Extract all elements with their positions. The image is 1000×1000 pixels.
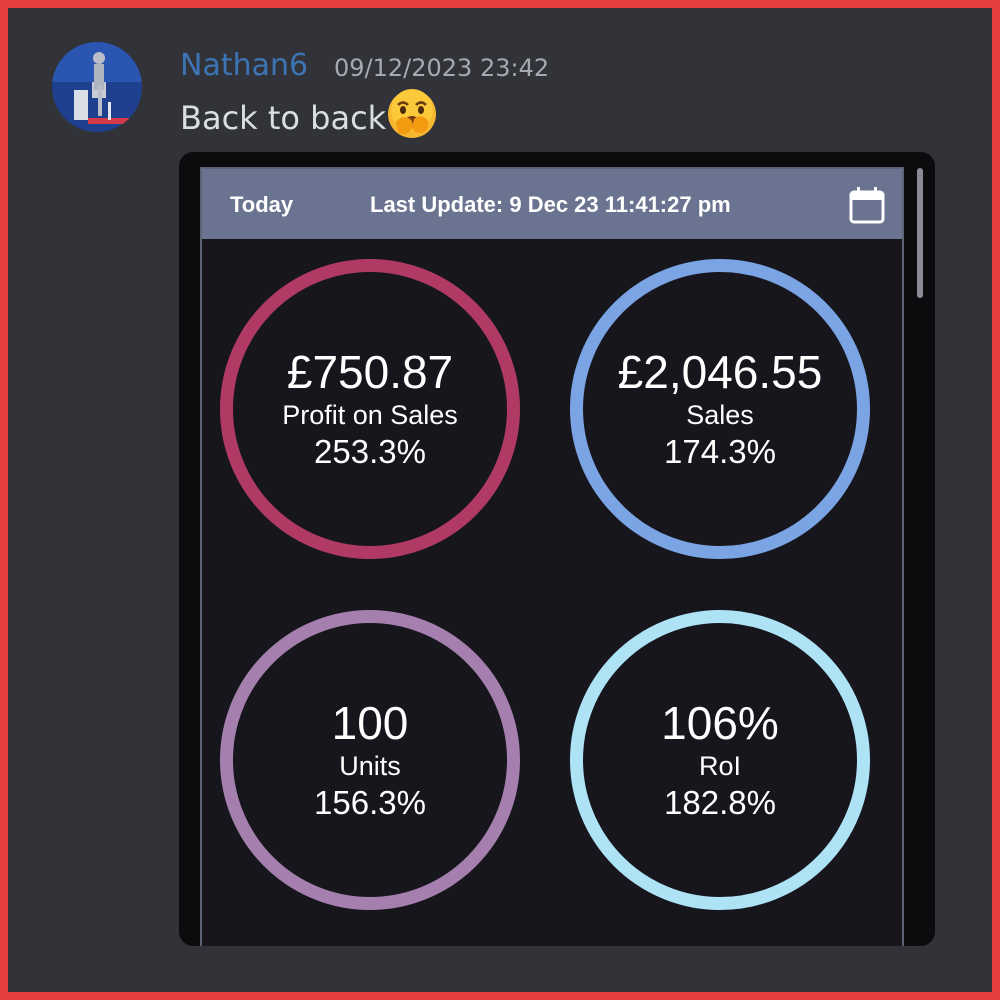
username[interactable]: Nathan6	[180, 48, 308, 83]
scrollbar[interactable]	[917, 168, 923, 298]
metric-label: Profit on Sales	[282, 400, 458, 430]
metric-value: 100	[331, 697, 409, 749]
dashboard-screenshot: Today Last Update: 9 Dec 23 11:41:27 pm …	[200, 167, 904, 946]
avatar[interactable]	[52, 42, 142, 132]
metric-change: 156.3%	[314, 784, 426, 821]
last-update-text: Last Update: 9 Dec 23 11:41:27 pm	[370, 192, 731, 217]
metric-change: 174.3%	[664, 433, 776, 470]
metric-label: Sales	[686, 400, 754, 430]
metric-label: RoI	[698, 751, 742, 781]
roi-metric-ring: 106% RoI 182.8%	[570, 610, 870, 910]
sales-metric-ring: £2,046.55 Sales 174.3%	[570, 259, 870, 559]
face-with-hand-over-mouth-emoji	[386, 88, 438, 140]
message-text: Back to back	[180, 99, 387, 137]
metric-label: Units	[339, 751, 401, 781]
metric-change: 253.3%	[314, 433, 426, 470]
metric-value: £2,046.55	[617, 346, 823, 398]
chat-area: Nathan6 09/12/2023 23:42 Back to back To…	[8, 8, 992, 992]
timestamp: 09/12/2023 23:42	[334, 54, 550, 82]
metric-value: 106%	[661, 697, 779, 749]
message-content: Back to back	[180, 89, 438, 146]
image-embed[interactable]: Today Last Update: 9 Dec 23 11:41:27 pm …	[179, 152, 935, 946]
units-metric-ring: 100 Units 156.3%	[220, 610, 520, 910]
profit-metric-ring: £750.87 Profit on Sales 253.3%	[220, 259, 520, 559]
avatar-image	[52, 42, 142, 132]
period-label[interactable]: Today	[230, 192, 293, 218]
dashboard-header: Today Last Update: 9 Dec 23 11:41:27 pm	[202, 169, 902, 239]
metric-value: £750.87	[286, 346, 454, 398]
metric-change: 182.8%	[664, 784, 776, 821]
calendar-icon[interactable]	[847, 185, 887, 225]
